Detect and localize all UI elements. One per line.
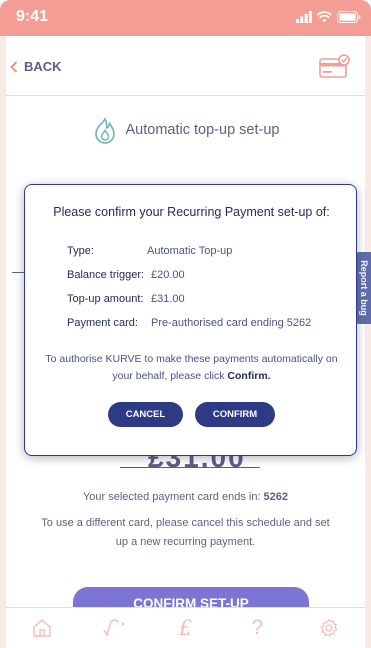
auth-body: To authorise KURVE to make these payment…: [45, 353, 338, 382]
authorisation-text: To authorise KURVE to make these payment…: [39, 351, 344, 385]
summary-row-type: Type: Automatic Top-up: [67, 239, 311, 263]
type-label: Type:: [67, 245, 94, 257]
modal-buttons: CANCEL CONFIRM: [25, 402, 358, 427]
top-up-amount-label: Top-up amount:: [67, 293, 144, 305]
auth-emphasis: Confirm.: [227, 370, 271, 382]
confirmation-modal: Please confirm your Recurring Payment se…: [24, 184, 357, 456]
summary-row-payment-card: Payment card: Pre-authorised card ending…: [67, 311, 311, 335]
top-up-amount-value: £31.00: [151, 293, 185, 305]
balance-trigger-value: £20.00: [151, 269, 185, 281]
cancel-button[interactable]: CANCEL: [108, 402, 183, 427]
payment-card-value: Pre-authorised card ending 5262: [151, 317, 312, 329]
balance-trigger-label: Balance trigger:: [67, 269, 145, 281]
summary-row-balance-trigger: Balance trigger: £20.00: [67, 263, 311, 287]
payment-card-label: Payment card:: [67, 317, 138, 329]
summary-rows: Type: Automatic Top-up Balance trigger: …: [67, 239, 311, 335]
type-value: Automatic Top-up: [147, 245, 233, 257]
summary-row-top-up-amount: Top-up amount: £31.00: [67, 287, 311, 311]
confirm-button[interactable]: CONFIRM: [195, 402, 275, 427]
modal-title: Please confirm your Recurring Payment se…: [53, 205, 330, 219]
